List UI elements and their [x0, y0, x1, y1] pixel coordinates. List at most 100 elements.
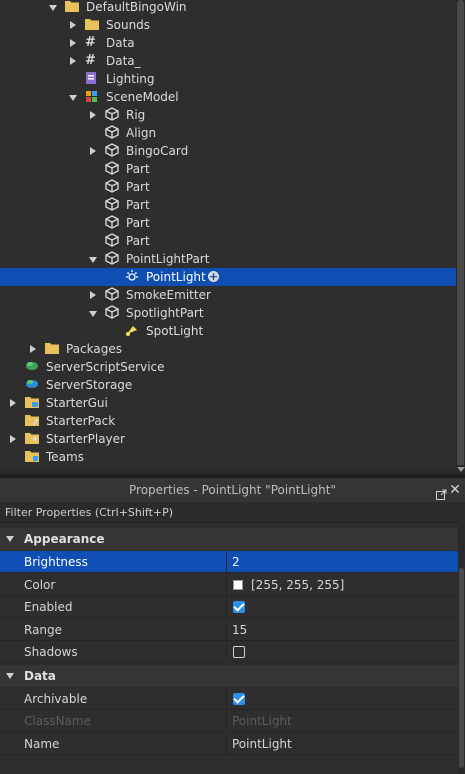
starter-player-icon [24, 430, 40, 448]
expand-arrow-icon[interactable] [68, 34, 78, 52]
property-name: Enabled [24, 600, 73, 614]
tree-item-pointlightpart[interactable]: PointLightPart [0, 250, 456, 268]
add-object-icon[interactable]: + [208, 271, 219, 282]
server-storage-icon [24, 376, 40, 394]
tree-item-label: DefaultBingoWin [86, 0, 187, 14]
folder-icon [64, 0, 80, 16]
tree-item-align[interactable]: Align [0, 124, 456, 142]
collapse-arrow-icon[interactable] [88, 250, 98, 268]
part-icon [104, 178, 120, 196]
properties-title-bar: Properties - PointLight "PointLight" ✕ [0, 478, 465, 502]
property-value[interactable]: 15 [232, 619, 247, 641]
expand-arrow-icon[interactable] [88, 106, 98, 124]
collapse-arrow-icon[interactable] [6, 672, 14, 679]
column-separator [226, 618, 227, 641]
tree-item-serverstorage[interactable]: ServerStorage [0, 376, 456, 394]
property-row-color[interactable]: Color [255, 255, 255] [0, 573, 458, 596]
collapse-arrow-icon[interactable] [48, 0, 58, 16]
tree-item-label: SpotlightPart [126, 306, 204, 320]
hash-icon: # [85, 53, 96, 68]
part-icon [104, 232, 120, 250]
shadows-checkbox[interactable] [233, 646, 245, 658]
enabled-checkbox[interactable] [233, 601, 245, 613]
expand-arrow-icon[interactable] [8, 394, 18, 412]
property-row-name[interactable]: Name PointLight [0, 732, 458, 755]
explorer-scrollbar-thumb[interactable] [457, 0, 464, 470]
expand-arrow-icon[interactable] [68, 16, 78, 34]
property-name: Brightness [24, 555, 88, 569]
property-value[interactable]: [255, 255, 255] [251, 574, 344, 596]
tree-item-packages[interactable]: Packages [0, 340, 456, 358]
tree-item-spotlightpart[interactable]: SpotlightPart [0, 304, 456, 322]
tree-item-label: ServerScriptService [46, 360, 165, 374]
section-data[interactable]: Data [0, 664, 458, 687]
tree-item-teams[interactable]: Teams [0, 448, 456, 466]
tree-item-serverscriptservice[interactable]: ServerScriptService [0, 358, 456, 376]
tree-item-part[interactable]: Part [0, 214, 456, 232]
properties-scrollbar-thumb[interactable] [459, 568, 464, 768]
collapse-arrow-icon[interactable] [88, 304, 98, 322]
tree-item-label: Sounds [106, 18, 151, 32]
tree-item-part[interactable]: Part [0, 178, 456, 196]
column-separator [226, 732, 227, 755]
tree-item-label: Part [126, 162, 150, 176]
tree-item-startergui[interactable]: StarterGui [0, 394, 456, 412]
folder-icon [44, 340, 60, 358]
collapse-arrow-icon[interactable] [6, 536, 14, 542]
section-appearance[interactable]: Appearance [0, 528, 458, 550]
undock-icon[interactable] [436, 484, 447, 500]
property-row-shadows[interactable]: Shadows [0, 641, 458, 663]
folder-icon [84, 16, 100, 34]
collapse-arrow-icon[interactable] [68, 88, 78, 106]
close-icon[interactable]: ✕ [449, 478, 461, 502]
tree-item-starterplayer[interactable]: StarterPlayer [0, 430, 456, 448]
property-value[interactable]: 2 [232, 551, 240, 573]
explorer-panel: DefaultBingoWin Sounds # Data # Data_ Lighting… [0, 0, 465, 474]
pointlight-icon [124, 268, 140, 286]
tree-item-spotlight[interactable]: SpotLight [0, 322, 456, 340]
filter-properties-input[interactable] [0, 502, 460, 522]
property-row-archivable[interactable]: Archivable [0, 687, 458, 710]
property-value[interactable]: PointLight [232, 733, 292, 755]
color-swatch[interactable] [233, 579, 243, 590]
expand-arrow-icon[interactable] [8, 430, 18, 448]
tree-item-pointlight[interactable]: PointLight + [0, 268, 456, 286]
property-row-enabled[interactable]: Enabled [0, 596, 458, 618]
tree-item-sounds[interactable]: Sounds [0, 16, 456, 34]
tree-item-part[interactable]: Part [0, 160, 456, 178]
tree-item-label: StarterGui [46, 396, 108, 410]
section-label: Appearance [24, 532, 105, 546]
explorer-vertical-scrollbar[interactable] [456, 0, 465, 474]
properties-title: Properties - PointLight "PointLight" [129, 483, 336, 497]
property-row-classname[interactable]: ClassName PointLight [0, 710, 458, 732]
property-name: Archivable [24, 691, 88, 706]
tree-item-scenemodel[interactable]: SceneModel [0, 88, 456, 106]
tree-item-bingocard[interactable]: BingoCard [0, 142, 456, 160]
property-row-range[interactable]: Range 15 [0, 618, 458, 641]
tree-item-part[interactable]: Part [0, 232, 456, 250]
tree-item-smokeemitter[interactable]: SmokeEmitter [0, 286, 456, 304]
tree-item-label: StarterPack [46, 414, 116, 428]
tree-item-label: Lighting [106, 72, 155, 86]
expand-arrow-icon[interactable] [88, 142, 98, 160]
column-separator [226, 641, 227, 663]
expand-arrow-icon[interactable] [68, 52, 78, 70]
property-row-brightness[interactable]: Brightness 2 [0, 551, 458, 573]
properties-vertical-scrollbar[interactable] [458, 522, 465, 774]
part-icon [104, 142, 120, 160]
tree-item-data[interactable]: # Data [0, 34, 456, 52]
tree-item-label: Packages [66, 342, 122, 356]
expand-arrow-icon[interactable] [28, 340, 38, 358]
tree-item-part[interactable]: Part [0, 196, 456, 214]
expand-arrow-icon[interactable] [88, 286, 98, 304]
archivable-checkbox[interactable] [233, 692, 245, 705]
tree-item-starterpack[interactable]: StarterPack [0, 412, 456, 430]
tree-item-rig[interactable]: Rig [0, 106, 456, 124]
tree-item-defaultbingowin[interactable]: DefaultBingoWin [0, 0, 456, 16]
scroll-down-arrow-icon[interactable] [456, 465, 465, 474]
tree-item-data[interactable]: # Data_ [0, 52, 456, 70]
property-name: Shadows [24, 645, 78, 659]
starter-pack-icon [24, 412, 40, 430]
tree-item-lighting[interactable]: Lighting [0, 70, 456, 88]
part-icon [104, 286, 120, 304]
